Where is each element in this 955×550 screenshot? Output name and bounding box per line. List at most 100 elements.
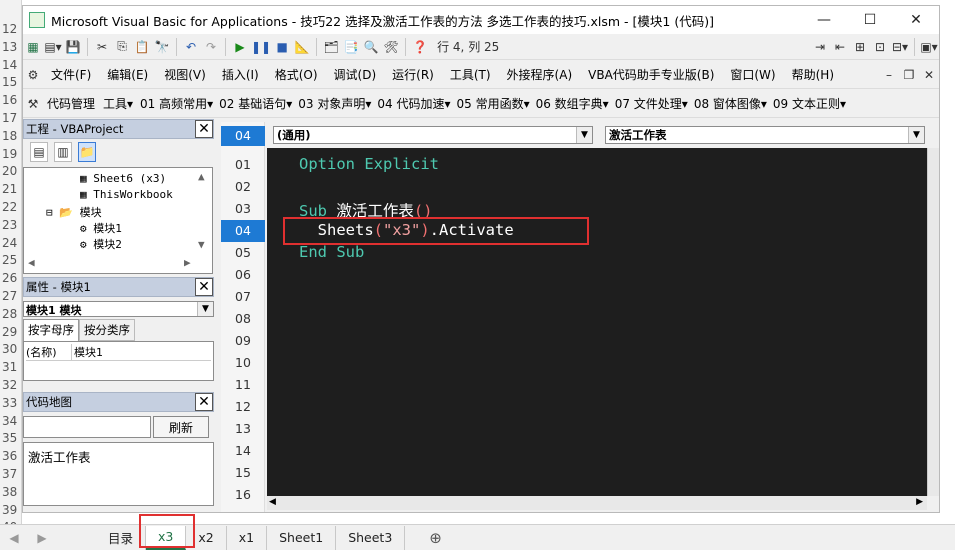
excel-row-number[interactable]: 17: [0, 111, 22, 125]
addin-09[interactable]: 09 文本正则▾: [770, 95, 849, 112]
excel-row-number[interactable]: 15: [0, 75, 22, 89]
codemap-item[interactable]: 激活工作表: [28, 450, 91, 465]
excel-row-number[interactable]: 14: [0, 58, 22, 72]
addin-01[interactable]: 01 高频常用▾: [137, 95, 216, 112]
menu-view[interactable]: 视图(V): [156, 66, 214, 83]
property-row-name[interactable]: (名称) 模块1: [26, 344, 211, 361]
addin-code-manage[interactable]: 代码管理: [43, 95, 99, 112]
sheet-tab-sheet1[interactable]: Sheet1: [267, 525, 337, 550]
excel-row-number[interactable]: 33: [0, 396, 22, 410]
menu-debug[interactable]: 调试(D): [326, 66, 385, 83]
addin-04[interactable]: 04 代码加速▾: [374, 95, 453, 112]
tab-categorized[interactable]: 按分类序: [79, 319, 135, 341]
child-restore-button[interactable]: ❐: [900, 65, 918, 85]
toggle-folders-icon[interactable]: 📁: [78, 142, 96, 162]
tree-scroll-right-icon[interactable]: ▶: [184, 256, 191, 269]
menu-window[interactable]: 窗口(W): [722, 66, 783, 83]
excel-row-number[interactable]: 13: [0, 40, 22, 54]
cut-icon[interactable]: ✂: [93, 37, 111, 57]
menu-help[interactable]: 帮助(H): [784, 66, 842, 83]
project-explorer-icon[interactable]: 🗂: [322, 37, 340, 57]
addin-05[interactable]: 05 常用函数▾: [453, 95, 532, 112]
help-icon[interactable]: ❓: [411, 37, 429, 57]
object-browser-icon[interactable]: 🔍: [362, 37, 380, 57]
outdent-icon[interactable]: ⇤: [831, 37, 849, 57]
align-icon[interactable]: ⊞: [851, 37, 869, 57]
excel-row-number[interactable]: 16: [0, 93, 22, 107]
addin-07[interactable]: 07 文件处理▾: [612, 95, 691, 112]
menu-run[interactable]: 运行(R): [384, 66, 442, 83]
tab-alphabetic[interactable]: 按字母序: [23, 319, 79, 341]
properties-object-select[interactable]: 模块1 模块 ▼: [23, 301, 214, 317]
window-tile-icon[interactable]: ▣▾: [920, 37, 938, 57]
vertical-scrollbar[interactable]: [927, 148, 939, 496]
addin-06[interactable]: 06 数组字典▾: [533, 95, 612, 112]
scroll-left-icon[interactable]: ◀: [269, 497, 276, 507]
tree-scroll-up-icon[interactable]: ▲: [198, 170, 205, 183]
excel-row-number[interactable]: 25: [0, 253, 22, 267]
menu-edit[interactable]: 编辑(E): [99, 66, 156, 83]
excel-row-number[interactable]: 22: [0, 200, 22, 214]
design-mode-icon[interactable]: 📐: [293, 37, 311, 57]
excel-view-icon[interactable]: ▦: [24, 37, 42, 57]
minimize-button[interactable]: —: [801, 6, 847, 34]
codemap-search-input[interactable]: [23, 416, 151, 438]
tree-scroll-down-icon[interactable]: ▼: [198, 238, 205, 251]
tree-node-modules[interactable]: ⊟ 📂 模块: [46, 204, 102, 220]
reset-icon[interactable]: ■: [273, 37, 291, 57]
menu-tools[interactable]: 工具(T): [442, 66, 499, 83]
scroll-right-icon[interactable]: ▶: [916, 497, 923, 507]
addin-tools[interactable]: 工具▾: [99, 95, 137, 112]
excel-row-number[interactable]: 34: [0, 414, 22, 428]
excel-row-number[interactable]: 12: [0, 22, 22, 36]
grid-icon[interactable]: ⊡: [871, 37, 889, 57]
insert-userform-icon[interactable]: ▤▾: [44, 37, 62, 57]
code-editor[interactable]: Option Explicit Sub 激活工作表() Sheets("x3")…: [267, 148, 927, 496]
tree-node-thisworkbook[interactable]: ▦ ThisWorkbook: [80, 188, 173, 201]
paste-icon[interactable]: 📋: [133, 37, 151, 57]
excel-row-number[interactable]: 32: [0, 378, 22, 392]
layout-icon[interactable]: ⊟▾: [891, 37, 909, 57]
view-object-icon[interactable]: ▥: [54, 142, 72, 162]
excel-row-number[interactable]: 19: [0, 147, 22, 161]
add-sheet-icon[interactable]: ⊕: [429, 529, 442, 547]
excel-row-number[interactable]: 26: [0, 271, 22, 285]
excel-row-number[interactable]: 35: [0, 431, 22, 445]
excel-row-number[interactable]: 30: [0, 342, 22, 356]
object-combo[interactable]: (通用) ▼: [273, 126, 593, 144]
toolbox-icon[interactable]: 🛠: [382, 37, 400, 57]
excel-row-number[interactable]: 24: [0, 236, 22, 250]
copy-icon[interactable]: ⎘: [113, 37, 131, 57]
codemap-pane-close-icon[interactable]: ✕: [195, 393, 213, 411]
excel-row-number[interactable]: 20: [0, 164, 22, 178]
properties-pane-close-icon[interactable]: ✕: [195, 278, 213, 296]
menu-vba-helper[interactable]: VBA代码助手专业版(B): [580, 66, 722, 83]
codemap-refresh-button[interactable]: 刷新: [153, 416, 209, 438]
excel-row-number[interactable]: 38: [0, 485, 22, 499]
child-close-button[interactable]: ✕: [920, 65, 938, 85]
addin-08[interactable]: 08 窗体图像▾: [691, 95, 770, 112]
redo-icon[interactable]: ↷: [202, 37, 220, 57]
horizontal-scrollbar[interactable]: ◀ ▶: [267, 496, 927, 510]
excel-row-number[interactable]: 27: [0, 289, 22, 303]
excel-row-number[interactable]: 23: [0, 218, 22, 232]
tab-prev-icon[interactable]: ◀: [0, 531, 28, 545]
excel-row-number[interactable]: 36: [0, 449, 22, 463]
excel-row-number[interactable]: 31: [0, 360, 22, 374]
tree-node-sheet6[interactable]: ▦ Sheet6 (x3): [80, 172, 166, 185]
save-icon[interactable]: 💾: [64, 37, 82, 57]
excel-row-number[interactable]: 39: [0, 503, 22, 517]
break-icon[interactable]: ❚❚: [251, 37, 271, 57]
close-button[interactable]: ✕: [893, 6, 939, 34]
excel-row-number[interactable]: 18: [0, 129, 22, 143]
child-minimize-button[interactable]: –: [880, 65, 898, 85]
tab-next-icon[interactable]: ▶: [28, 531, 56, 545]
properties-icon[interactable]: 📑: [342, 37, 360, 57]
project-pane-close-icon[interactable]: ✕: [195, 120, 213, 138]
view-code-icon[interactable]: ▤: [30, 142, 48, 162]
menu-insert[interactable]: 插入(I): [214, 66, 267, 83]
excel-row-number[interactable]: 21: [0, 182, 22, 196]
menu-file[interactable]: 文件(F): [43, 66, 99, 83]
excel-row-number[interactable]: 28: [0, 307, 22, 321]
sheet-tab-x1[interactable]: x1: [227, 525, 268, 550]
